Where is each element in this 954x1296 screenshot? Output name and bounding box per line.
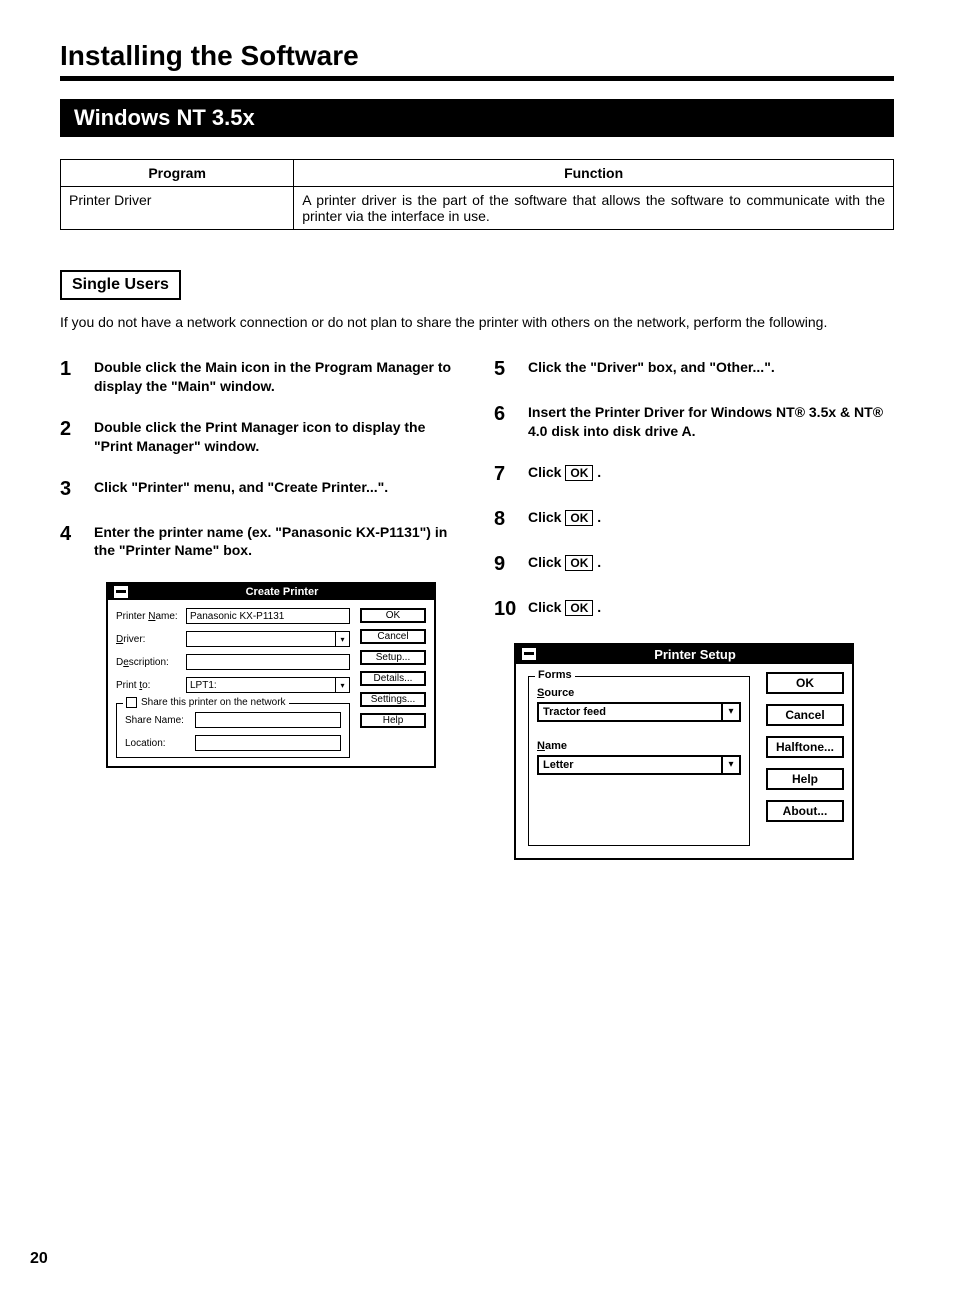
step-text: Double click the Main icon in the Progra… — [94, 358, 460, 396]
step-2: 2 Double click the Print Manager icon to… — [60, 418, 460, 456]
step-num: 10 — [494, 598, 528, 621]
forms-group: Forms Source Tractor feed ▾ Name Letter … — [528, 676, 750, 846]
help-button[interactable]: Help — [360, 713, 426, 728]
print-to-combo[interactable]: LPT1: ▾ — [186, 677, 350, 693]
program-function-table: Program Function Printer Driver A printe… — [60, 159, 894, 230]
description-label: Description: — [116, 657, 186, 668]
description-input[interactable] — [186, 654, 350, 670]
ok-button[interactable]: OK — [360, 608, 426, 623]
driver-combo[interactable]: ▾ — [186, 631, 350, 647]
step-num: 9 — [494, 553, 528, 576]
ok-box: OK — [565, 465, 593, 481]
left-column: 1 Double click the Main icon in the Prog… — [60, 358, 460, 860]
create-printer-dialog: Create Printer Printer Name: Panasonic K… — [106, 582, 436, 768]
ok-box: OK — [565, 555, 593, 571]
step-text: Click OK . — [528, 463, 894, 486]
right-column: 5 Click the "Driver" box, and "Other..."… — [494, 358, 894, 860]
step-text: Double click the Print Manager icon to d… — [94, 418, 460, 456]
table-row: Printer Driver A printer driver is the p… — [61, 187, 894, 230]
ok-button[interactable]: OK — [766, 672, 844, 694]
section-banner: Windows NT 3.5x — [60, 99, 894, 137]
title-rule — [60, 76, 894, 81]
source-label: Source — [537, 687, 741, 699]
td-function: A printer driver is the part of the soft… — [294, 187, 894, 230]
step-num: 6 — [494, 403, 528, 441]
dropdown-icon[interactable]: ▾ — [721, 704, 739, 720]
driver-value — [187, 632, 335, 646]
th-function: Function — [294, 160, 894, 187]
step-text: Click "Printer" menu, and "Create Printe… — [94, 478, 460, 501]
share-group: Share this printer on the network Share … — [116, 703, 350, 758]
sub-heading: Single Users — [60, 270, 181, 300]
dialog-title-text: Create Printer — [136, 586, 428, 598]
system-menu-icon[interactable] — [522, 648, 536, 660]
print-to-value: LPT1: — [187, 678, 335, 692]
driver-label: Driver: — [116, 634, 186, 645]
details-button[interactable]: Details... — [360, 671, 426, 686]
dropdown-icon[interactable]: ▾ — [335, 678, 349, 692]
intro-text: If you do not have a network connection … — [60, 314, 894, 330]
share-name-input[interactable] — [195, 712, 341, 728]
step-5: 5 Click the "Driver" box, and "Other..."… — [494, 358, 894, 381]
ok-box: OK — [565, 600, 593, 616]
step-8: 8 Click OK . — [494, 508, 894, 531]
step-text: Insert the Printer Driver for Windows NT… — [528, 403, 894, 441]
system-menu-icon[interactable] — [114, 586, 128, 598]
source-value: Tractor feed — [539, 704, 721, 720]
setup-button[interactable]: Setup... — [360, 650, 426, 665]
th-program: Program — [61, 160, 294, 187]
name-value: Letter — [539, 757, 721, 773]
cancel-button[interactable]: Cancel — [360, 629, 426, 644]
step-text: Click OK . — [528, 508, 894, 531]
location-input[interactable] — [195, 735, 341, 751]
step-num: 3 — [60, 478, 94, 501]
step-9: 9 Click OK . — [494, 553, 894, 576]
page-title: Installing the Software — [60, 40, 894, 72]
about-button[interactable]: About... — [766, 800, 844, 822]
page-number: 20 — [30, 1250, 48, 1268]
step-num: 5 — [494, 358, 528, 381]
step-num: 4 — [60, 523, 94, 561]
step-text: Enter the printer name (ex. "Panasonic K… — [94, 523, 460, 561]
printer-setup-dialog: Printer Setup Forms Source Tractor feed … — [514, 643, 854, 860]
step-num: 7 — [494, 463, 528, 486]
settings-button[interactable]: Settings... — [360, 692, 426, 707]
step-num: 1 — [60, 358, 94, 396]
step-1: 1 Double click the Main icon in the Prog… — [60, 358, 460, 396]
name-combo[interactable]: Letter ▾ — [537, 755, 741, 775]
dropdown-icon[interactable]: ▾ — [721, 757, 739, 773]
printer-name-input[interactable]: Panasonic KX-P1131 — [186, 608, 350, 624]
dropdown-icon[interactable]: ▾ — [335, 632, 349, 646]
step-7: 7 Click OK . — [494, 463, 894, 486]
step-text: Click OK . — [528, 598, 894, 621]
step-4: 4 Enter the printer name (ex. "Panasonic… — [60, 523, 460, 561]
location-label: Location: — [125, 738, 195, 749]
share-name-label: Share Name: — [125, 715, 195, 726]
cancel-button[interactable]: Cancel — [766, 704, 844, 726]
step-text: Click OK . — [528, 553, 894, 576]
forms-legend: Forms — [535, 669, 575, 681]
td-program: Printer Driver — [61, 187, 294, 230]
source-combo[interactable]: Tractor feed ▾ — [537, 702, 741, 722]
share-legend: Share this printer on the network — [123, 697, 289, 708]
printer-name-label: Printer Name: — [116, 611, 186, 622]
step-10: 10 Click OK . — [494, 598, 894, 621]
dialog-titlebar: Create Printer — [108, 584, 434, 600]
step-6: 6 Insert the Printer Driver for Windows … — [494, 403, 894, 441]
help-button[interactable]: Help — [766, 768, 844, 790]
name-label: Name — [537, 740, 741, 752]
halftone-button[interactable]: Halftone... — [766, 736, 844, 758]
ok-box: OK — [565, 510, 593, 526]
step-num: 8 — [494, 508, 528, 531]
share-checkbox[interactable] — [126, 697, 137, 708]
step-text: Click the "Driver" box, and "Other...". — [528, 358, 894, 381]
step-3: 3 Click "Printer" menu, and "Create Prin… — [60, 478, 460, 501]
step-num: 2 — [60, 418, 94, 456]
dialog-titlebar: Printer Setup — [516, 645, 852, 664]
dialog-title-text: Printer Setup — [544, 647, 846, 662]
print-to-label: Print to: — [116, 680, 186, 691]
